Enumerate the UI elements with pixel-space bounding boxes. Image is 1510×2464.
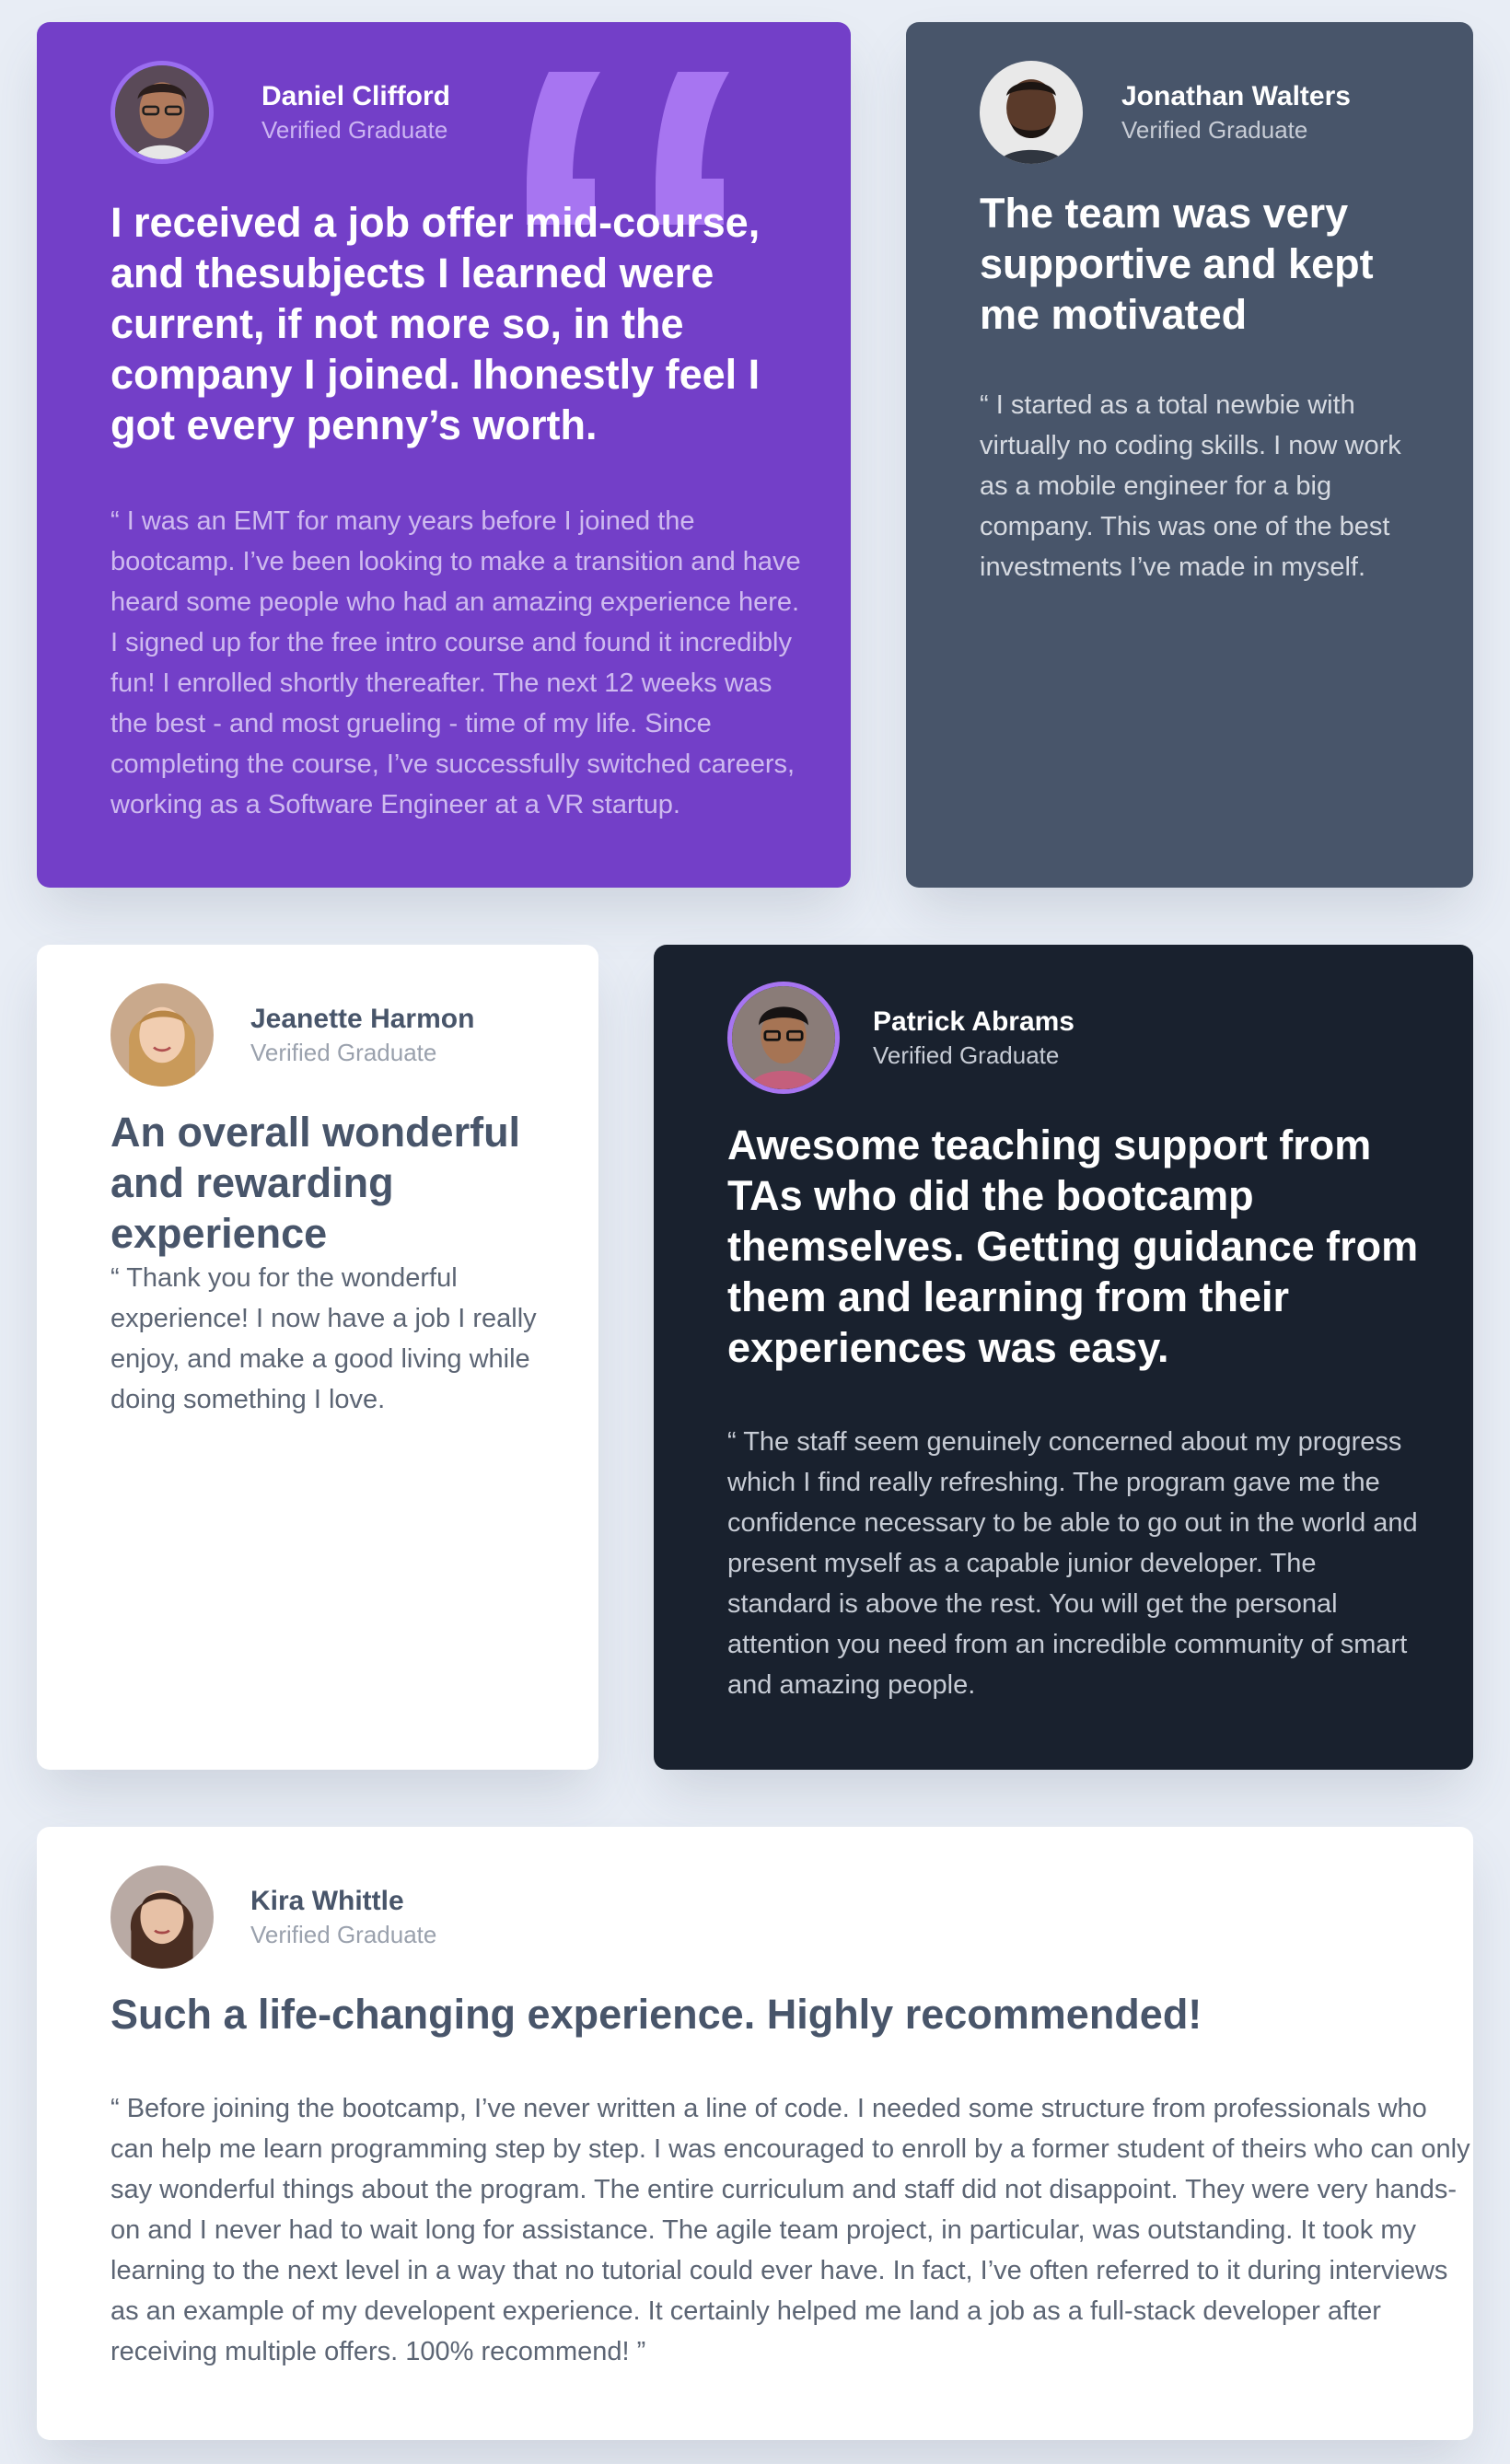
author-status: Verified Graduate bbox=[1121, 116, 1308, 144]
testimonial-quote: “ Thank you for the wonderful experience… bbox=[110, 1263, 537, 1414]
avatar bbox=[110, 1865, 214, 1969]
avatar bbox=[110, 983, 214, 1087]
testimonial-quote: “ I started as a total newbie with virtu… bbox=[980, 390, 1401, 582]
author-header: Patrick Abrams Verified Graduate bbox=[727, 982, 1074, 1094]
testimonial-card-jonathan-walters: Jonathan Walters Verified Graduate The t… bbox=[906, 22, 1473, 888]
testimonial-headline: Such a life-changing experience. Highly … bbox=[110, 1991, 1202, 2038]
author-header: Daniel Clifford Verified Graduate bbox=[110, 61, 450, 164]
testimonial-headline: Awesome teaching support from TAs who di… bbox=[727, 1122, 1419, 1371]
author-header: Kira Whittle Verified Graduate bbox=[110, 1865, 436, 1969]
author-header: Jonathan Walters Verified Graduate bbox=[980, 61, 1351, 164]
author-name: Patrick Abrams bbox=[873, 1006, 1074, 1037]
testimonial-headline: The team was very supportive and kept me… bbox=[980, 190, 1374, 338]
testimonial-quote: “ I was an EMT for many years before I j… bbox=[110, 506, 801, 819]
author-name: Daniel Clifford bbox=[261, 81, 451, 111]
avatar bbox=[110, 61, 214, 164]
avatar bbox=[980, 61, 1083, 164]
author-status: Verified Graduate bbox=[250, 1039, 437, 1066]
author-header: Jeanette Harmon Verified Graduate bbox=[110, 983, 474, 1087]
testimonial-card-patrick-abrams: Patrick Abrams Verified Graduate Awesome… bbox=[654, 945, 1473, 1770]
testimonial-quote: “ Before joining the bootcamp, I’ve neve… bbox=[110, 2094, 1470, 2366]
author-name: Jeanette Harmon bbox=[250, 1004, 475, 1034]
author-name: Jonathan Walters bbox=[1121, 81, 1351, 111]
testimonial-card-kira-whittle: Kira Whittle Verified Graduate Such a li… bbox=[37, 1827, 1473, 2440]
author-name: Kira Whittle bbox=[250, 1886, 404, 1916]
author-status: Verified Graduate bbox=[873, 1041, 1060, 1069]
testimonial-headline: An overall wonderful and rewarding exper… bbox=[110, 1109, 521, 1257]
testimonial-card-jeanette-harmon: Jeanette Harmon Verified Graduate An ove… bbox=[37, 945, 598, 1770]
author-status: Verified Graduate bbox=[250, 1921, 437, 1948]
testimonial-card-daniel-clifford: Daniel Clifford Verified Graduate I rece… bbox=[37, 22, 851, 888]
author-status: Verified Graduate bbox=[261, 116, 448, 144]
testimonial-quote: “ The staff seem genuinely concerned abo… bbox=[727, 1427, 1418, 1700]
testimonial-headline: I received a job offer mid-course, and t… bbox=[110, 199, 761, 448]
avatar bbox=[727, 982, 840, 1094]
